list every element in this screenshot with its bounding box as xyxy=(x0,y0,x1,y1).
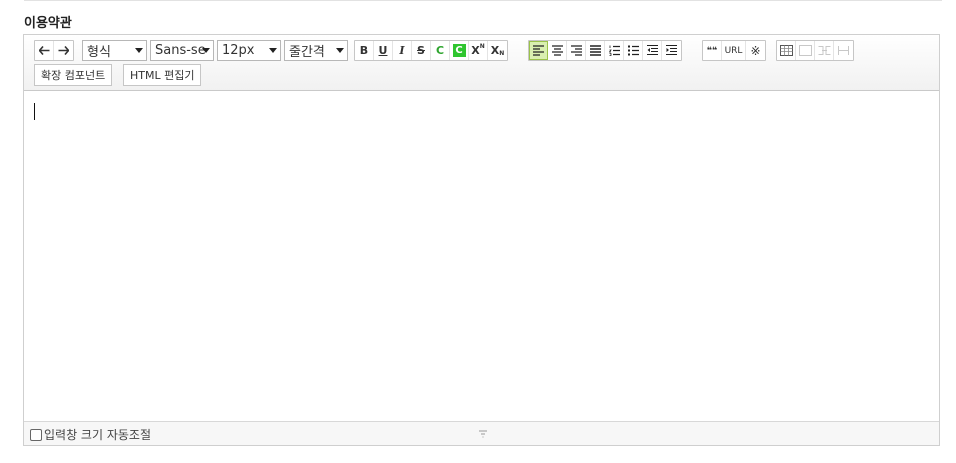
strike-button[interactable]: S xyxy=(412,41,431,60)
align-right-icon xyxy=(570,45,582,56)
paragraph-group xyxy=(528,40,682,61)
subscript-button[interactable]: XN xyxy=(488,41,507,60)
indent-icon xyxy=(666,45,677,56)
split-icon xyxy=(837,45,850,56)
chevron-down-icon xyxy=(135,48,143,53)
font-size-select[interactable]: 12px xyxy=(217,40,281,61)
chevron-down-icon xyxy=(336,48,344,53)
url-button[interactable]: URL xyxy=(722,41,746,60)
text-caret xyxy=(34,103,35,120)
chevron-down-icon xyxy=(269,48,277,53)
editor-statusbar: 입력창 크기 자동조절 xyxy=(24,421,939,445)
table-merge-button[interactable] xyxy=(815,41,834,60)
align-center-button[interactable] xyxy=(548,41,567,60)
history-group xyxy=(34,40,74,61)
rich-text-editor: 형식 Sans-se 12px 줄간격 B U I S C C XN X N ❝… xyxy=(23,34,940,446)
blockquote-button[interactable]: ❝❝ xyxy=(703,41,722,60)
italic-button[interactable]: I xyxy=(393,41,412,60)
arrow-left-icon xyxy=(38,46,50,55)
format-select[interactable]: 형식 xyxy=(82,40,147,61)
html-edit-button[interactable]: HTML 편집기 xyxy=(123,64,202,86)
text-format-group: B U I S C C XN XN xyxy=(354,40,508,61)
outdent-button[interactable] xyxy=(643,41,662,60)
cell-icon xyxy=(798,45,812,56)
outdent-icon xyxy=(646,45,658,56)
align-left-icon xyxy=(532,45,544,56)
arrow-right-icon xyxy=(58,46,69,55)
editor-toolbar: 형식 Sans-se 12px 줄간격 B U I S C C XN X N ❝… xyxy=(24,35,939,91)
table-group xyxy=(776,40,854,61)
table-cell-button[interactable] xyxy=(796,41,815,60)
unordered-list-icon xyxy=(627,45,639,56)
undo-button[interactable] xyxy=(35,41,54,60)
merge-icon xyxy=(818,45,831,56)
autoresize-checkbox[interactable] xyxy=(30,428,42,441)
redo-button[interactable] xyxy=(54,41,73,60)
autoresize-label: 입력창 크기 자동조절 xyxy=(44,428,151,442)
underline-button[interactable]: U xyxy=(374,41,393,60)
align-left-button[interactable] xyxy=(529,41,548,60)
special-char-button[interactable]: ※ xyxy=(746,41,765,60)
editor-content-area[interactable] xyxy=(24,91,939,422)
quote-icon: ❝❝ xyxy=(706,45,718,56)
insert-group: ❝❝ URL ※ xyxy=(702,40,766,61)
section-title: 이용약관 xyxy=(24,16,72,31)
align-justify-button[interactable] xyxy=(586,41,605,60)
align-right-button[interactable] xyxy=(567,41,586,60)
autoresize-toggle[interactable]: 입력창 크기 자동조절 xyxy=(30,426,151,443)
unordered-list-button[interactable] xyxy=(624,41,643,60)
table-button[interactable] xyxy=(777,41,796,60)
bold-button[interactable]: B xyxy=(355,41,374,60)
align-justify-icon xyxy=(589,45,601,56)
align-center-icon xyxy=(551,45,563,56)
chevron-down-icon xyxy=(202,48,210,53)
ordered-list-button[interactable] xyxy=(605,41,624,60)
table-split-button[interactable] xyxy=(834,41,853,60)
background-color-button[interactable]: C xyxy=(450,41,469,60)
indent-button[interactable] xyxy=(662,41,681,60)
extension-component-button[interactable]: 확장 컴포넌트 xyxy=(34,64,113,86)
superscript-button[interactable]: XN xyxy=(469,41,488,60)
top-divider xyxy=(24,0,942,1)
table-icon xyxy=(779,45,793,56)
resize-handle-icon[interactable] xyxy=(477,428,489,440)
line-height-select[interactable]: 줄간격 xyxy=(284,40,348,61)
ordered-list-icon xyxy=(608,45,620,56)
font-color-button[interactable]: C xyxy=(431,41,450,60)
font-family-select[interactable]: Sans-se xyxy=(150,40,214,61)
